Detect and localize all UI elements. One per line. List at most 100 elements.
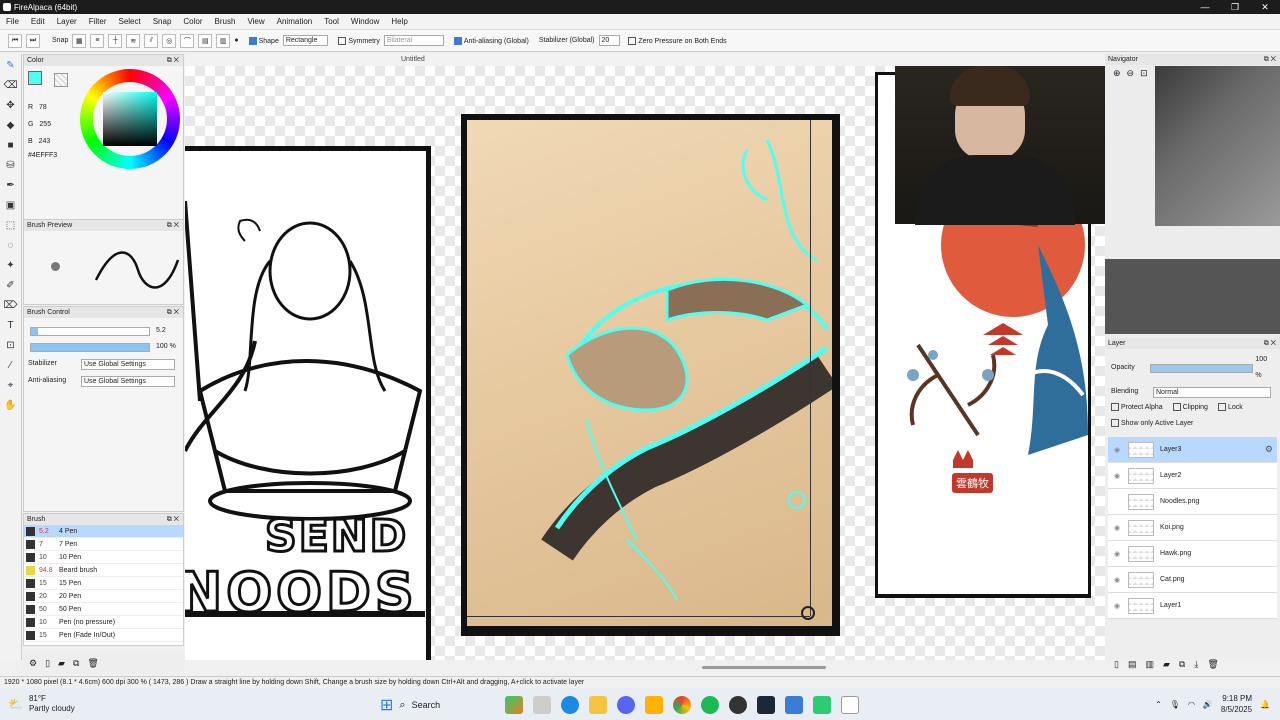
menu-filter[interactable]: Filter: [83, 17, 113, 26]
layer-visibility-icon[interactable]: ◉: [1112, 576, 1122, 584]
menu-edit[interactable]: Edit: [25, 17, 51, 26]
layer-visibility-icon[interactable]: ◉: [1112, 524, 1122, 532]
lasso-tool-icon[interactable]: ◌: [4, 238, 18, 253]
edge-icon[interactable]: [560, 696, 579, 714]
copilot-icon[interactable]: [504, 696, 523, 714]
snap-perspective-icon[interactable]: ⫽: [144, 33, 159, 48]
obs-icon[interactable]: [728, 696, 747, 714]
snap-circle-icon[interactable]: ◎: [162, 33, 177, 48]
menu-help[interactable]: Help: [385, 17, 413, 26]
eyedropper-icon[interactable]: ⌖: [4, 378, 18, 393]
duplicate-brush-icon[interactable]: ⧉: [73, 658, 79, 669]
show-only-active-checkbox[interactable]: Show only Active Layer: [1111, 419, 1193, 428]
zoom-out-icon[interactable]: ⊖: [1127, 68, 1135, 79]
delete-brush-icon[interactable]: 🗑: [87, 658, 98, 669]
lock-checkbox[interactable]: Lock: [1217, 400, 1243, 416]
layer-settings-icon[interactable]: ⚙: [1265, 444, 1273, 455]
layer-visibility-icon[interactable]: ◉: [1112, 550, 1122, 558]
protect-alpha-checkbox[interactable]: Protect Alpha: [1111, 400, 1163, 416]
brush-item[interactable]: 94.8 Beard brush: [24, 564, 183, 577]
rect-fill-icon[interactable]: ■: [4, 138, 18, 153]
brush-item[interactable]: 15 15 Pen: [24, 577, 183, 590]
brush-item[interactable]: 15 Pen (Fade In/Out): [24, 629, 183, 642]
firealpaca-icon[interactable]: [840, 696, 859, 714]
snap-grid2-icon[interactable]: ▥: [216, 33, 231, 48]
magic-wand-icon[interactable]: ✦: [4, 258, 18, 273]
fill-tool-icon[interactable]: ◆: [4, 118, 18, 133]
zoom-in-icon[interactable]: ⊕: [1113, 68, 1121, 79]
menu-brush[interactable]: Brush: [209, 17, 242, 26]
pen-tool-icon[interactable]: ✒: [4, 178, 18, 193]
brush-item[interactable]: 50 50 Pen: [24, 603, 183, 616]
layer-visibility-icon[interactable]: ◉: [1112, 602, 1122, 610]
dot-pen-icon[interactable]: ⁄: [4, 358, 18, 373]
brush-preview-close-icon[interactable]: ⧉ ✕: [167, 220, 179, 231]
layer-folder-icon[interactable]: ▰: [1163, 659, 1170, 670]
snap-vanish-icon[interactable]: ≋: [126, 33, 141, 48]
move-tool-icon[interactable]: ✥: [4, 98, 18, 113]
layer-row[interactable]: ◉ Hawk.png: [1108, 541, 1277, 567]
snap-dot-icon[interactable]: ●: [234, 37, 238, 44]
brush-antialias-select[interactable]: Use Global Settings: [81, 376, 175, 387]
mic-icon[interactable]: 🎙: [1170, 700, 1180, 709]
brush-settings-icon[interactable]: ⚙: [29, 658, 37, 669]
notification-icon[interactable]: 🔔: [1260, 700, 1270, 709]
secondary-color-swatch[interactable]: [54, 73, 68, 87]
new-brush-icon[interactable]: ▯: [45, 658, 50, 669]
antialias-checkbox[interactable]: Anti-aliasing (Global): [453, 36, 529, 45]
hand-tool-icon[interactable]: ✋: [4, 398, 18, 413]
steam-icon[interactable]: [756, 696, 775, 714]
brush-item[interactable]: 77 Pen: [24, 538, 183, 551]
clipping-checkbox[interactable]: Clipping: [1172, 400, 1208, 416]
saturation-value-square[interactable]: [103, 92, 157, 146]
r-value-input[interactable]: 78: [39, 99, 67, 116]
snap-curve-icon[interactable]: ⌒: [180, 33, 195, 48]
close-button[interactable]: ✕: [1250, 0, 1280, 14]
brush-item[interactable]: 10 10 Pen: [24, 551, 183, 564]
select-eraser-icon[interactable]: ⌦: [4, 298, 18, 313]
menu-window[interactable]: Window: [345, 17, 385, 26]
menu-file[interactable]: File: [0, 17, 25, 26]
menu-select[interactable]: Select: [112, 17, 146, 26]
menu-animation[interactable]: Animation: [271, 17, 319, 26]
brush-control-close-icon[interactable]: ⧉ ✕: [167, 307, 179, 318]
brush-stabilizer-select[interactable]: Use Global Settings: [81, 359, 175, 370]
brush-tool-icon[interactable]: ✎: [4, 58, 18, 73]
discord-icon[interactable]: [616, 696, 635, 714]
layer-row[interactable]: Noodles.png: [1108, 489, 1277, 515]
layer-row[interactable]: ◉ Layer2: [1108, 463, 1277, 489]
primary-color-swatch[interactable]: [28, 71, 42, 85]
layer-opacity-slider[interactable]: [1150, 363, 1254, 373]
brush-item[interactable]: 5.2 4 Pen: [24, 525, 183, 538]
snap-off-icon[interactable]: ▦: [72, 33, 87, 48]
new-1bit-layer-icon[interactable]: ▥: [1145, 659, 1154, 670]
prev-frame-icon[interactable]: ⏮: [8, 33, 22, 48]
maximize-button[interactable]: ❐: [1220, 0, 1250, 14]
layer-row[interactable]: ◉ Cat.png: [1108, 567, 1277, 593]
menu-tool[interactable]: Tool: [318, 17, 345, 26]
layer-row[interactable]: ◉ Koi.png: [1108, 515, 1277, 541]
shape-select[interactable]: Rectangle: [282, 35, 329, 46]
text-tool-icon[interactable]: T: [4, 318, 18, 333]
blending-select[interactable]: Normal: [1153, 386, 1271, 398]
snap-parallel-icon[interactable]: ≡: [90, 33, 105, 48]
brush-panel-close-icon[interactable]: ⧉ ✕: [167, 514, 179, 525]
snap-cross-icon[interactable]: ┼: [108, 33, 123, 48]
folder-icon[interactable]: [588, 696, 607, 714]
volume-icon[interactable]: 🔊: [1203, 700, 1213, 709]
clock[interactable]: 9:18 PM 8/5/2025: [1221, 693, 1252, 715]
duplicate-layer-icon[interactable]: ⧉: [1179, 659, 1185, 670]
terminal-icon[interactable]: [812, 696, 831, 714]
notepad-icon[interactable]: [784, 696, 803, 714]
navigator-preview[interactable]: [1155, 66, 1280, 226]
menu-layer[interactable]: Layer: [51, 17, 83, 26]
new-layer-icon[interactable]: ▯: [1114, 659, 1119, 670]
search-box[interactable]: Search: [412, 700, 500, 710]
divide-tool-icon[interactable]: ⊡: [4, 338, 18, 353]
select-pen-icon[interactable]: ✐: [4, 278, 18, 293]
merge-down-icon[interactable]: ⤓: [1194, 659, 1198, 670]
symmetry-select[interactable]: Bilateral: [383, 35, 444, 46]
minimize-button[interactable]: —: [1190, 0, 1220, 14]
symmetry-checkbox[interactable]: Symmetry: [338, 36, 380, 45]
horizontal-scrollbar[interactable]: [702, 666, 826, 669]
